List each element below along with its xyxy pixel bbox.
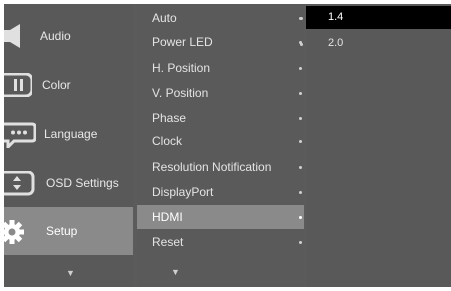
- menu-item-label: V. Position: [152, 86, 209, 100]
- bullet-icon: [299, 216, 302, 219]
- sidebar-item-label: Language: [44, 127, 98, 141]
- sidebar-item-label: Setup: [46, 224, 78, 238]
- menu-item-label: Phase: [152, 111, 187, 125]
- bullet-icon: [299, 140, 302, 143]
- bullet-icon: [300, 17, 303, 20]
- bullet-icon: [299, 191, 302, 194]
- bullet-icon: [299, 117, 302, 120]
- menu-item-reset[interactable]: Reset: [137, 230, 304, 254]
- gear-icon: [0, 219, 32, 244]
- menu-item-label: Clock: [152, 134, 183, 148]
- scroll-down-icon[interactable]: ▼: [171, 267, 180, 277]
- menu-item-label: Auto: [152, 11, 177, 25]
- menu-item-v-position[interactable]: V. Position: [137, 81, 304, 105]
- menu-item-power-led[interactable]: Power LED: [137, 30, 304, 54]
- menu-item-h-position[interactable]: H. Position: [137, 56, 304, 80]
- setup-menu-list: Auto Power LED H. Position V. Position P…: [137, 4, 304, 287]
- sidebar-item-color[interactable]: Color: [0, 61, 133, 109]
- menu-item-hdmi[interactable]: HDMI: [137, 205, 304, 229]
- color-icon: [0, 72, 34, 98]
- option-label: 2.0: [328, 37, 344, 49]
- hdmi-options-list: 1.4 2.0: [306, 4, 451, 287]
- bullet-icon: [299, 92, 302, 95]
- osd-menu: Audio Color Language OSD Settings Setup …: [0, 4, 451, 287]
- language-icon: [0, 122, 37, 151]
- sidebar-item-osd-settings[interactable]: OSD Settings: [0, 159, 133, 207]
- speaker-icon: [4, 24, 32, 48]
- menu-item-auto[interactable]: Auto: [137, 6, 304, 30]
- sidebar-item-setup[interactable]: Setup: [0, 207, 133, 255]
- sidebar-item-audio[interactable]: Audio: [4, 12, 133, 60]
- menu-item-displayport[interactable]: DisplayPort: [137, 180, 304, 204]
- category-sidebar: Audio Color Language OSD Settings Setup …: [0, 4, 133, 287]
- menu-item-resolution-notification[interactable]: Resolution Notification: [137, 155, 304, 179]
- sidebar-item-label: Color: [42, 78, 71, 92]
- option-label: 1.4: [328, 11, 344, 23]
- sidebar-item-language[interactable]: Language: [0, 110, 133, 158]
- menu-item-clock[interactable]: Clock: [137, 129, 304, 153]
- menu-item-label: Power LED: [152, 35, 213, 49]
- menu-item-phase[interactable]: Phase: [137, 106, 304, 130]
- bullet-icon: [300, 43, 303, 46]
- menu-item-label: HDMI: [152, 210, 183, 224]
- option-hdmi-1-4[interactable]: 1.4: [306, 6, 451, 29]
- bullet-icon: [299, 67, 302, 70]
- scroll-down-icon[interactable]: ▼: [66, 268, 75, 278]
- sidebar-item-label: Audio: [40, 29, 71, 43]
- osd-settings-icon: [0, 170, 35, 196]
- option-hdmi-2-0[interactable]: 2.0: [306, 32, 451, 55]
- bullet-icon: [299, 241, 302, 244]
- menu-item-label: DisplayPort: [152, 185, 214, 199]
- menu-item-label: Resolution Notification: [152, 160, 272, 174]
- sidebar-item-label: OSD Settings: [46, 176, 119, 190]
- menu-item-label: Reset: [152, 235, 184, 249]
- menu-item-label: H. Position: [152, 61, 211, 75]
- bullet-icon: [299, 166, 302, 169]
